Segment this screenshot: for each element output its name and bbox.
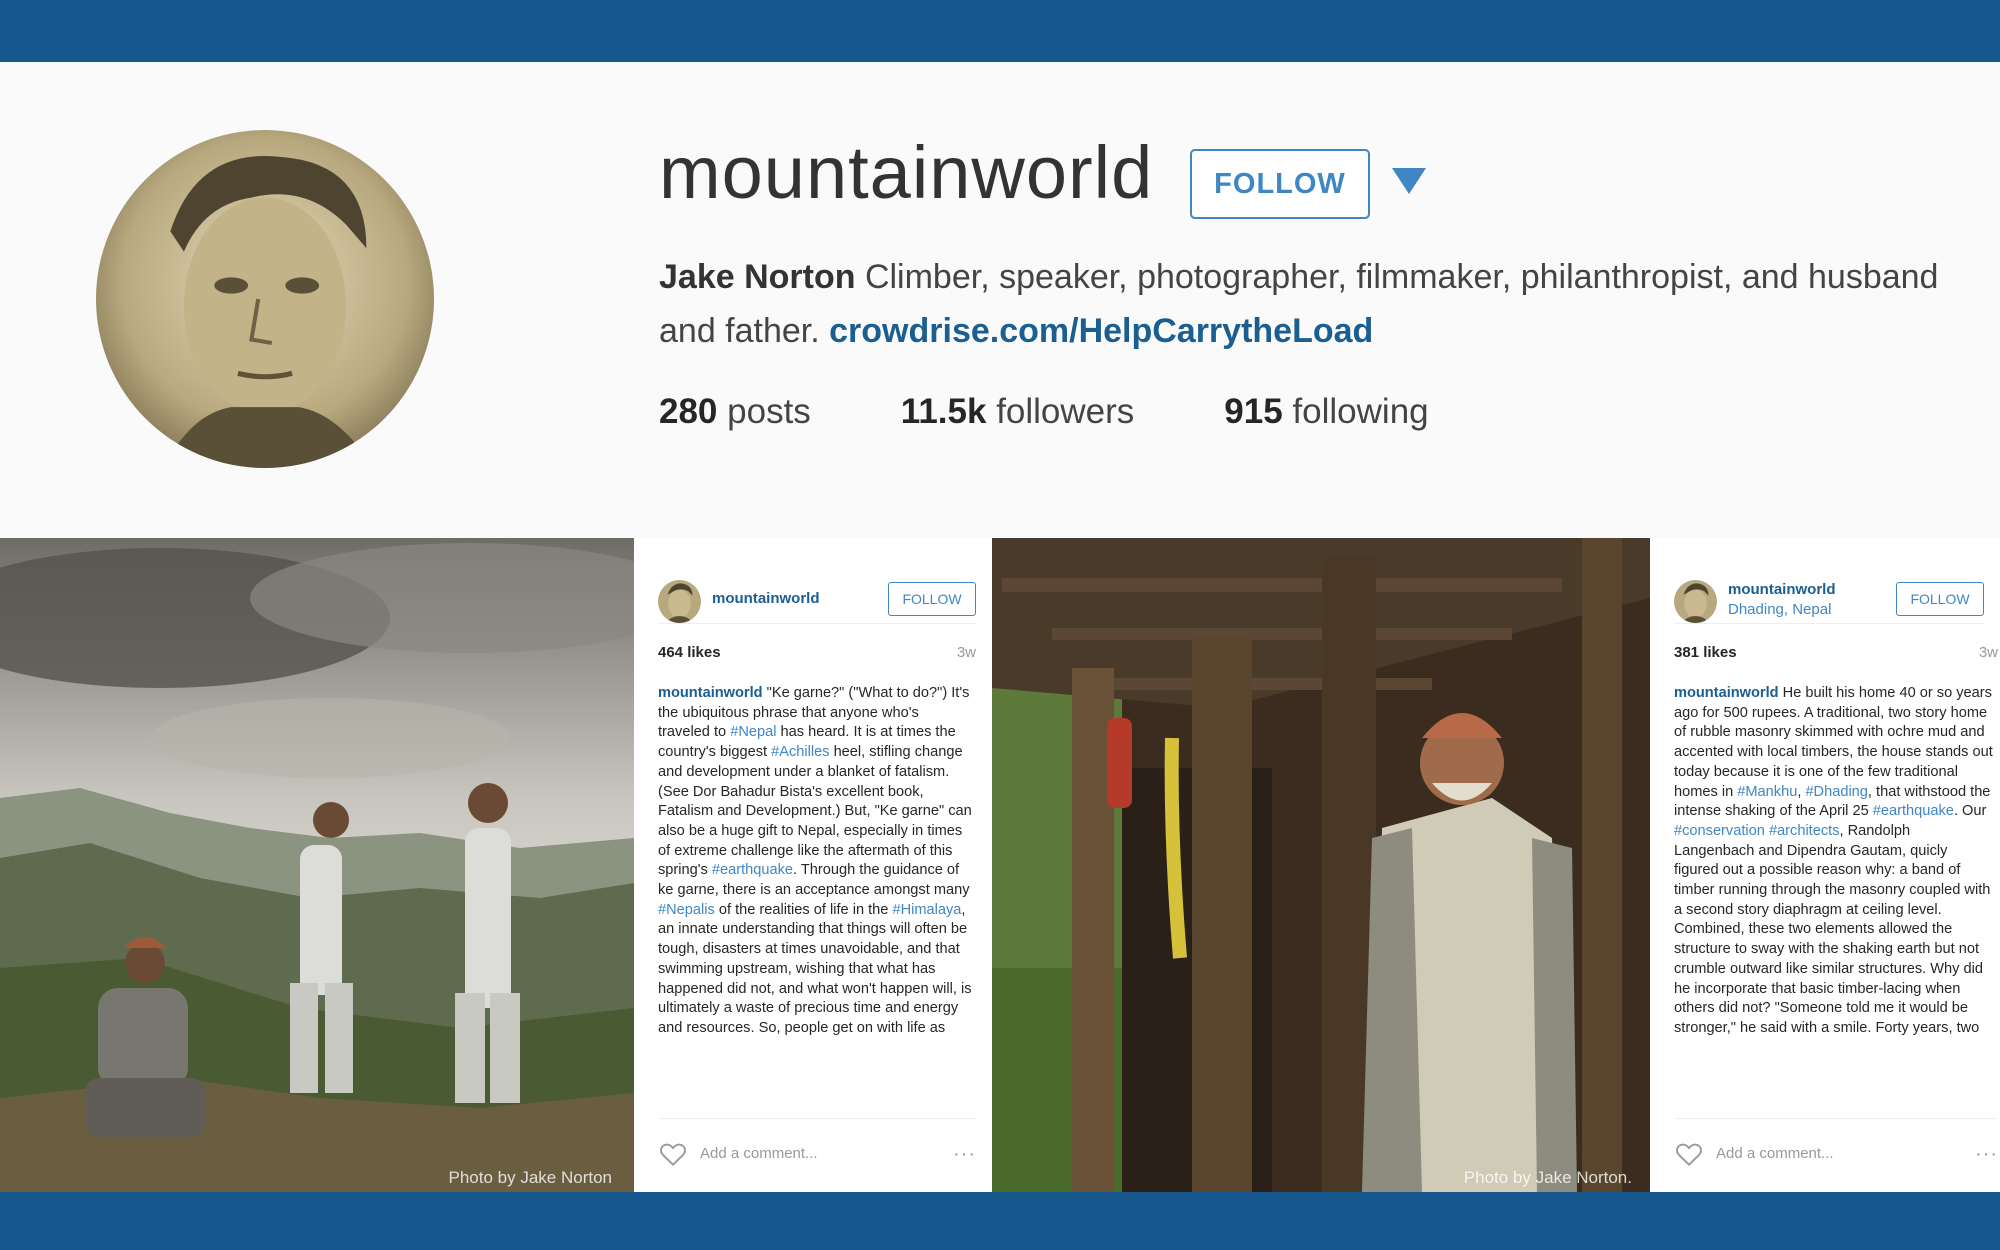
profile-stats: 280 posts 11.5k followers 915 following [659,392,1519,432]
caption-text: He built his home 40 or so years ago for… [1674,685,1993,800]
posts-stat: 280 posts [659,392,811,432]
profile-username: mountainworld [659,131,1154,214]
post-follow-button[interactable]: FOLLOW [1896,582,1984,616]
caption-text: , an innate understanding that things wi… [658,901,972,1036]
caret-down-icon[interactable] [1392,168,1426,194]
comment-bar: Add a comment... ··· [658,1118,976,1178]
post-author-avatar[interactable] [658,580,701,623]
hashtag-link[interactable]: #earthquake [1873,803,1954,819]
likes-count[interactable]: 464 likes [658,644,721,661]
post-author-username[interactable]: mountainworld [712,590,820,607]
hashtag-link[interactable]: #earthquake [712,862,793,878]
bio-full-name: Jake Norton [659,258,856,296]
hashtag-link[interactable]: #Nepal [730,724,776,740]
hashtag-link[interactable]: #conservation [1674,823,1765,839]
post-timestamp: 3w [1978,644,1998,661]
followers-label: followers [996,392,1135,431]
hashtag-link[interactable]: #Achilles [771,744,829,760]
post-header: mountainworld FOLLOW [658,558,976,624]
caption-text: , Randolph Langenbach and Dipendra Gauta… [1674,822,1991,1036]
post-panel-1: mountainworld FOLLOW 464 likes 3w mounta… [634,538,992,1192]
post-image-man-in-doorway [992,538,1650,1192]
caption-text: . Our [1953,803,1987,820]
profile-avatar[interactable] [96,130,434,468]
caption-username[interactable]: mountainworld [1674,685,1779,701]
small-avatar-image [658,580,701,623]
post-author-username[interactable]: mountainworld [1728,581,1836,598]
following-label: following [1292,392,1429,431]
profile-photo [96,130,434,468]
hashtag-link[interactable]: #Mankhu [1737,784,1797,800]
heart-outline-icon[interactable] [658,1141,688,1167]
post-header: mountainworld Dhading, Nepal FOLLOW [1674,558,1984,624]
post-panel-2: mountainworld Dhading, Nepal FOLLOW 381 … [1650,538,2000,1192]
post-photo-1[interactable]: Photo by Jake Norton [0,538,634,1192]
caption-username[interactable]: mountainworld [658,685,763,701]
post-caption: mountainworld "Ke garne?" ("What to do?"… [658,684,974,1109]
caption-text: heel, stifling change and development un… [658,744,972,879]
post-follow-button[interactable]: FOLLOW [888,582,976,616]
bottom-banner [0,1192,2000,1250]
posts-count: 280 [659,392,718,431]
photo-credit-2: Photo by Jake Norton. [1463,1168,1632,1187]
profile-bio: Jake Norton Climber, speaker, photograph… [659,250,1979,358]
likes-count[interactable]: 381 likes [1674,644,1737,661]
caption-text: of the realities of life in the [714,901,893,918]
posts-label: posts [727,392,811,431]
comment-input[interactable]: Add a comment... [1716,1145,1834,1162]
hashtag-link[interactable]: #architects [1769,823,1840,839]
post-author-avatar[interactable] [1674,580,1717,623]
caption-body: He built his home 40 or so years ago for… [1674,685,1993,1036]
following-count: 915 [1224,392,1283,431]
top-banner [0,0,2000,62]
follow-button[interactable]: FOLLOW [1190,149,1370,219]
more-options-icon[interactable]: ··· [953,1143,976,1166]
hashtag-link[interactable]: #Nepalis [658,902,715,918]
post-caption: mountainworld He built his home 40 or so… [1674,684,1994,1109]
heart-outline-icon[interactable] [1674,1141,1704,1167]
photo-credit-1: Photo by Jake Norton [448,1168,612,1187]
post-photo-2[interactable]: Photo by Jake Norton. [992,538,1650,1192]
profile-header: mountainworld FOLLOW Jake Norton Climber… [0,62,2000,538]
followers-stat[interactable]: 11.5k followers [901,392,1135,432]
followers-count: 11.5k [900,392,987,431]
comment-input[interactable]: Add a comment... [700,1145,818,1162]
caption-body: "Ke garne?" ("What to do?") It's the ubi… [658,685,972,1036]
comment-bar: Add a comment... ··· [1674,1118,1998,1178]
more-options-icon[interactable]: ··· [1975,1143,1998,1166]
post-timestamp: 3w [956,644,976,661]
hashtag-link[interactable]: #Dhading [1805,784,1867,800]
following-stat[interactable]: 915 following [1224,392,1428,432]
small-avatar-image [1674,580,1717,623]
post-image-men-on-hillside [0,538,634,1192]
hashtag-link[interactable]: #Himalaya [892,902,961,918]
post-location[interactable]: Dhading, Nepal [1728,601,1831,618]
bio-website-link[interactable]: crowdrise.com/HelpCarrytheLoad [829,312,1373,350]
